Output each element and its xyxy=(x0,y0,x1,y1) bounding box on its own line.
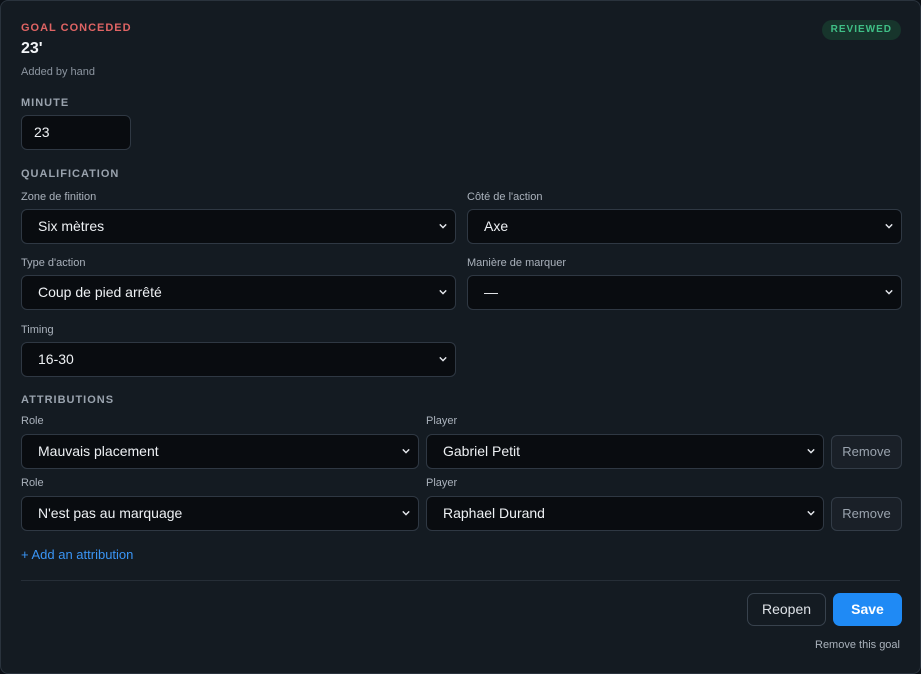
role-label: Role xyxy=(21,477,44,489)
cote-select[interactable]: Axe xyxy=(467,209,902,244)
qualification-section-label: QUALIFICATION xyxy=(21,168,120,180)
timing-label: Timing xyxy=(21,324,54,336)
timing-value: 16-30 xyxy=(38,351,74,367)
save-button[interactable]: Save xyxy=(833,593,902,626)
role-select[interactable]: N'est pas au marquage xyxy=(21,496,419,531)
goal-minute-title: 23' xyxy=(21,40,43,57)
type-value: Coup de pied arrêté xyxy=(38,284,162,300)
minute-section-label: MINUTE xyxy=(21,97,70,109)
add-attribution-link[interactable]: + Add an attribution xyxy=(21,547,133,562)
player-select[interactable]: Raphael Durand xyxy=(426,496,824,531)
player-select[interactable]: Gabriel Petit xyxy=(426,434,824,469)
chevron-down-icon xyxy=(402,509,410,517)
chevron-down-icon xyxy=(439,222,447,230)
status-badge: REVIEWED xyxy=(821,20,901,40)
minute-input[interactable]: 23 xyxy=(21,115,131,150)
attributions-section-label: ATTRIBUTIONS xyxy=(21,394,115,406)
reopen-button[interactable]: Reopen xyxy=(747,593,826,626)
remove-attribution-button[interactable]: Remove xyxy=(831,435,902,469)
maniere-select[interactable]: — xyxy=(467,275,902,310)
cote-value: Axe xyxy=(484,218,509,234)
zone-select[interactable]: Six mètres xyxy=(21,209,456,244)
chevron-down-icon xyxy=(807,509,815,517)
zone-value: Six mètres xyxy=(38,218,105,234)
timing-select[interactable]: 16-30 xyxy=(21,342,456,377)
player-label: Player xyxy=(426,477,458,489)
role-value: N'est pas au marquage xyxy=(38,505,183,521)
goal-type-label: GOAL CONCEDED xyxy=(21,22,132,34)
role-select[interactable]: Mauvais placement xyxy=(21,434,419,469)
chevron-down-icon xyxy=(439,355,447,363)
chevron-down-icon xyxy=(439,288,447,296)
chevron-down-icon xyxy=(402,447,410,455)
goal-card: GOAL CONCEDED 23' Added by hand REVIEWED… xyxy=(0,0,921,674)
type-select[interactable]: Coup de pied arrêté xyxy=(21,275,456,310)
role-label: Role xyxy=(21,415,44,427)
player-value: Raphael Durand xyxy=(443,505,545,521)
chevron-down-icon xyxy=(885,288,893,296)
zone-label: Zone de finition xyxy=(21,191,97,203)
player-value: Gabriel Petit xyxy=(443,443,521,459)
type-label: Type d'action xyxy=(21,257,86,269)
cote-label: Côté de l'action xyxy=(467,191,543,203)
chevron-down-icon xyxy=(885,222,893,230)
maniere-value: — xyxy=(484,284,498,300)
maniere-label: Manière de marquer xyxy=(467,257,567,269)
divider xyxy=(21,580,900,581)
remove-attribution-button[interactable]: Remove xyxy=(831,497,902,531)
chevron-down-icon xyxy=(807,447,815,455)
player-label: Player xyxy=(426,415,458,427)
goal-source-label: Added by hand xyxy=(21,66,96,78)
role-value: Mauvais placement xyxy=(38,443,159,459)
remove-goal-link[interactable]: Remove this goal xyxy=(815,639,900,651)
